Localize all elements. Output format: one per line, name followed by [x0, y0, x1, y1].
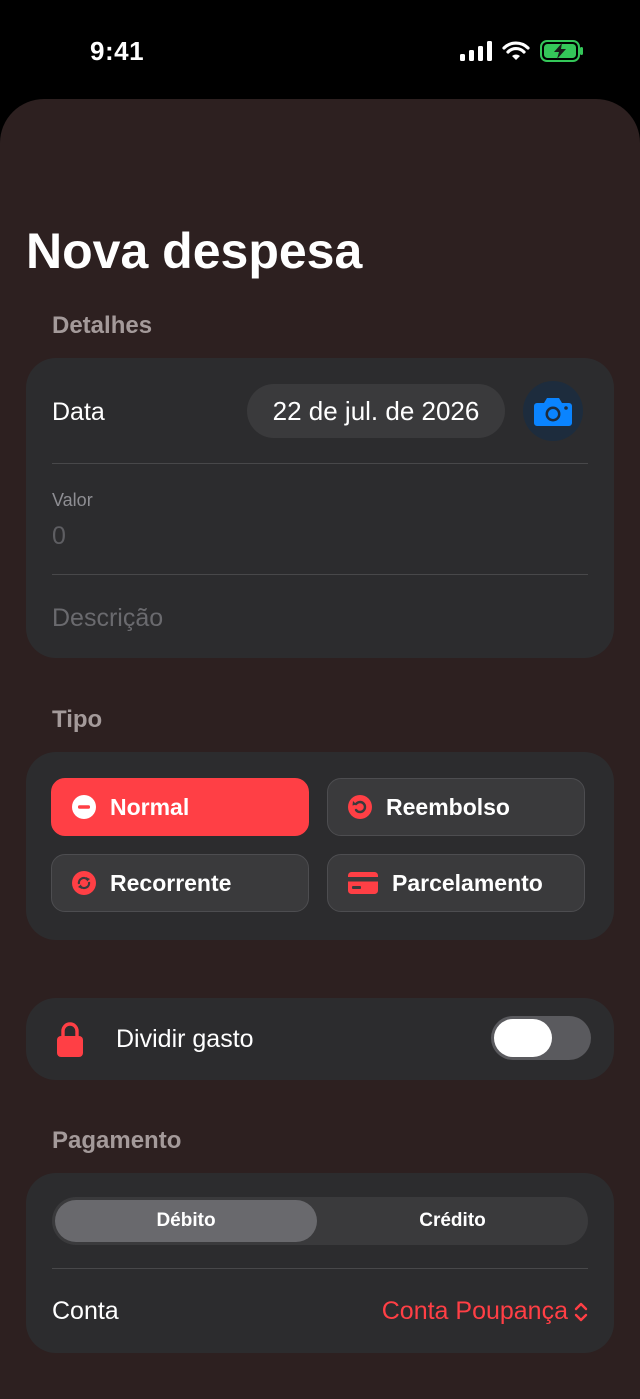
divider [52, 463, 588, 464]
section-label-details: Detalhes [52, 312, 153, 339]
segment-credito[interactable]: Crédito [320, 1200, 585, 1242]
camera-button[interactable] [523, 381, 583, 441]
value-input[interactable]: 0 [52, 522, 66, 551]
split-expense-row: Dividir gasto [26, 998, 614, 1080]
details-card: Data 22 de jul. de 2026 Valor 0 Descriçã… [26, 358, 614, 658]
type-option-recorrente[interactable]: Recorrente [51, 854, 309, 912]
type-option-label: Recorrente [110, 869, 232, 896]
camera-icon [534, 398, 572, 426]
toggle-knob [494, 1019, 552, 1057]
battery-charging-icon [540, 40, 583, 62]
page-title: Nova despesa [26, 223, 363, 279]
divider [52, 1268, 588, 1269]
type-option-label: Normal [110, 793, 190, 820]
chevron-up-down-icon [574, 1302, 588, 1321]
account-value: Conta Poupança [381, 1297, 568, 1325]
status-bar: 9:41 [0, 0, 640, 100]
credit-card-icon [348, 872, 378, 894]
minus-circle-icon [72, 795, 96, 819]
split-expense-toggle[interactable] [491, 1016, 591, 1060]
account-label: Conta [52, 1297, 119, 1325]
signal-icon [460, 41, 492, 61]
payment-card: Débito Crédito Conta Conta Poupança [26, 1173, 614, 1353]
account-picker[interactable]: Conta Poupança [382, 1297, 588, 1326]
split-expense-label: Dividir gasto [116, 1025, 254, 1053]
section-label-type: Tipo [52, 706, 103, 733]
type-option-reembolso[interactable]: Reembolso [327, 778, 585, 836]
repeat-icon [72, 871, 96, 895]
payment-method-segmented-control: Débito Crédito [52, 1197, 588, 1245]
refund-icon [348, 795, 372, 819]
status-time: 9:41 [90, 36, 145, 66]
type-option-label: Parcelamento [392, 869, 543, 896]
status-icons [460, 40, 584, 62]
type-card: Normal Reembolso Recorrente Parcelamento [26, 752, 614, 940]
type-option-normal[interactable]: Normal [51, 778, 309, 836]
segment-debito[interactable]: Débito [55, 1200, 317, 1242]
divider [52, 574, 588, 575]
section-label-payment: Pagamento [52, 1127, 182, 1154]
lock-icon [57, 1022, 83, 1057]
value-label: Valor [52, 490, 93, 510]
date-picker[interactable]: 22 de jul. de 2026 [247, 384, 505, 438]
description-input[interactable]: Descrição [52, 604, 163, 633]
wifi-icon [502, 41, 530, 60]
type-option-label: Reembolso [386, 793, 510, 820]
date-label: Data [52, 398, 105, 426]
type-option-parcelamento[interactable]: Parcelamento [327, 854, 585, 912]
